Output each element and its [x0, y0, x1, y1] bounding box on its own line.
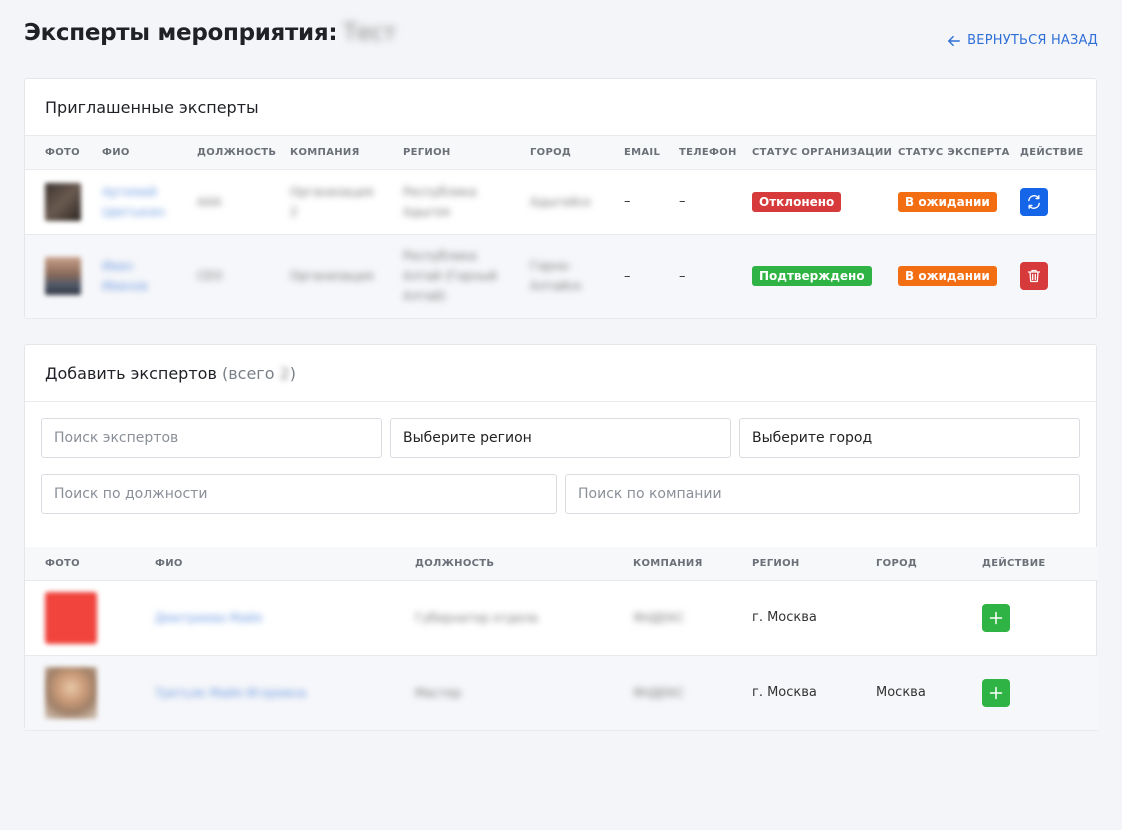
- col-org-status: СТАТУС ОРГАНИЗАЦИИ: [732, 136, 892, 170]
- available-header-row: ФОТО ФИО ДОЛЖНОСТЬ КОМПАНИЯ РЕГИОН ГОРОД…: [25, 547, 1098, 581]
- col-fio: ФИО: [135, 547, 395, 581]
- col-position: ДОЛЖНОСТЬ: [395, 547, 613, 581]
- position-search-input[interactable]: [41, 474, 557, 514]
- arrow-left-icon: [948, 35, 961, 46]
- resend-invite-button[interactable]: [1020, 187, 1048, 216]
- org-status-badge: Отклонено: [752, 191, 842, 212]
- expert-company: ЯНДЕКС: [633, 610, 685, 625]
- expert-company: ЯНДЕКС: [633, 685, 685, 700]
- col-city: ГОРОД: [856, 547, 962, 581]
- add-experts-title: Добавить экспертов (всего 2): [25, 345, 1096, 402]
- col-action: ДЕЙСТВИЕ: [1000, 136, 1096, 170]
- col-email: EMAIL: [604, 136, 660, 170]
- add-experts-count: (всего 2): [222, 364, 296, 383]
- col-city: ГОРОД: [510, 136, 604, 170]
- col-position: ДОЛЖНОСТЬ: [177, 136, 276, 170]
- add-experts-label: Добавить экспертов: [45, 364, 217, 383]
- col-region: РЕГИОН: [383, 136, 510, 170]
- expert-position: Губернатор отдела: [415, 610, 538, 625]
- table-row: Дмитриева Майя Губернатор отдела ЯНДЕКС …: [25, 580, 1098, 656]
- region-select[interactable]: Выберите регион: [390, 418, 731, 458]
- expert-region: г. Москва: [732, 580, 856, 656]
- table-row: Третьяк Майя Игоревна Мастер ЯНДЕКС г. М…: [25, 655, 1098, 731]
- count-suffix: ): [289, 364, 297, 383]
- expert-phone: –: [659, 169, 732, 235]
- col-region: РЕГИОН: [732, 547, 856, 581]
- expert-status-badge: В ожидании: [898, 266, 997, 286]
- expert-email: –: [604, 234, 659, 319]
- avatar: [45, 257, 81, 295]
- expert-city: Москва: [856, 655, 962, 731]
- col-expert-status: СТАТУС ЭКСПЕРТА: [878, 136, 1009, 170]
- avatar: [45, 182, 81, 221]
- add-expert-button[interactable]: [982, 678, 1010, 707]
- expert-region: Республика Адыгея: [403, 184, 477, 219]
- refresh-icon: [1028, 194, 1040, 209]
- count-value: 2: [279, 364, 290, 383]
- col-company: КОМПАНИЯ: [270, 136, 383, 170]
- col-action: ДЕЙСТВИЕ: [962, 547, 1098, 581]
- trash-icon: [1027, 269, 1041, 283]
- avatar: [45, 666, 97, 719]
- col-photo: ФОТО: [25, 547, 135, 581]
- filters-panel: Выберите регион Выберите город: [25, 402, 1096, 547]
- col-phone: ТЕЛЕФОН: [659, 136, 736, 170]
- expert-position: Мастер: [415, 685, 462, 700]
- expert-company: Организация: [290, 269, 374, 283]
- col-fio: ФИО: [82, 136, 177, 170]
- remove-expert-button[interactable]: [1020, 262, 1048, 290]
- back-link[interactable]: ВЕРНУТЬСЯ НАЗАД: [947, 33, 1098, 48]
- avatar: [45, 591, 97, 644]
- add-experts-card: Добавить экспертов (всего 2) Выберите ре…: [24, 344, 1098, 731]
- org-status-badge: Подтверждено: [752, 266, 872, 286]
- page-header: Эксперты мероприятия: Тест ВЕРНУТЬСЯ НАЗА…: [24, 18, 1098, 58]
- expert-email: –: [604, 169, 659, 235]
- expert-region: Республика Алтай (Горный Алтай): [403, 249, 497, 303]
- expert-status-badge: В ожидании: [898, 191, 997, 212]
- page-title-value: Тест: [343, 20, 397, 46]
- col-company: КОМПАНИЯ: [613, 547, 732, 581]
- add-expert-button[interactable]: [982, 603, 1010, 632]
- expert-position: ААА: [197, 194, 222, 209]
- expert-city: Горно-Алтайск: [530, 259, 582, 293]
- expert-name-link[interactable]: Иван Иванов: [102, 256, 177, 296]
- plus-icon: [989, 686, 1003, 699]
- expert-phone: –: [659, 234, 732, 319]
- page-title: Эксперты мероприятия: Тест: [24, 20, 397, 46]
- expert-city: [856, 580, 962, 656]
- available-experts-table: ФОТО ФИО ДОЛЖНОСТЬ КОМПАНИЯ РЕГИОН ГОРОД…: [25, 547, 1098, 731]
- table-row: Иван Иванов СЕО Организация Республика А…: [25, 234, 1096, 319]
- col-photo: ФОТО: [25, 136, 82, 170]
- page-title-label: Эксперты мероприятия:: [24, 20, 338, 46]
- table-row: Артемий Цветыкин ААА Организация 2 Респу…: [25, 169, 1096, 235]
- invited-experts-table: ФОТО ФИО ДОЛЖНОСТЬ КОМПАНИЯ РЕГИОН ГОРОД…: [25, 136, 1096, 319]
- search-experts-input[interactable]: [41, 418, 382, 458]
- count-prefix: (всего: [221, 364, 275, 383]
- invited-experts-title: Приглашенные эксперты: [25, 79, 1096, 136]
- back-link-label: ВЕРНУТЬСЯ НАЗАД: [967, 33, 1098, 48]
- expert-name-link[interactable]: Артемий Цветыкин: [102, 182, 177, 222]
- plus-icon: [989, 611, 1003, 624]
- company-search-input[interactable]: [565, 474, 1080, 514]
- expert-name-link[interactable]: Дмитриева Майя: [155, 608, 395, 628]
- expert-position: СЕО: [197, 269, 223, 283]
- expert-company: Организация 2: [290, 184, 374, 219]
- expert-name-link[interactable]: Третьяк Майя Игоревна: [155, 683, 395, 703]
- expert-city: Адыгейск: [530, 194, 592, 209]
- expert-region: г. Москва: [732, 655, 856, 731]
- invited-experts-card: Приглашенные эксперты ФОТО ФИО ДОЛЖНОСТЬ…: [24, 78, 1097, 319]
- invited-header-row: ФОТО ФИО ДОЛЖНОСТЬ КОМПАНИЯ РЕГИОН ГОРОД…: [25, 136, 1096, 170]
- city-select[interactable]: Выберите город: [739, 418, 1080, 458]
